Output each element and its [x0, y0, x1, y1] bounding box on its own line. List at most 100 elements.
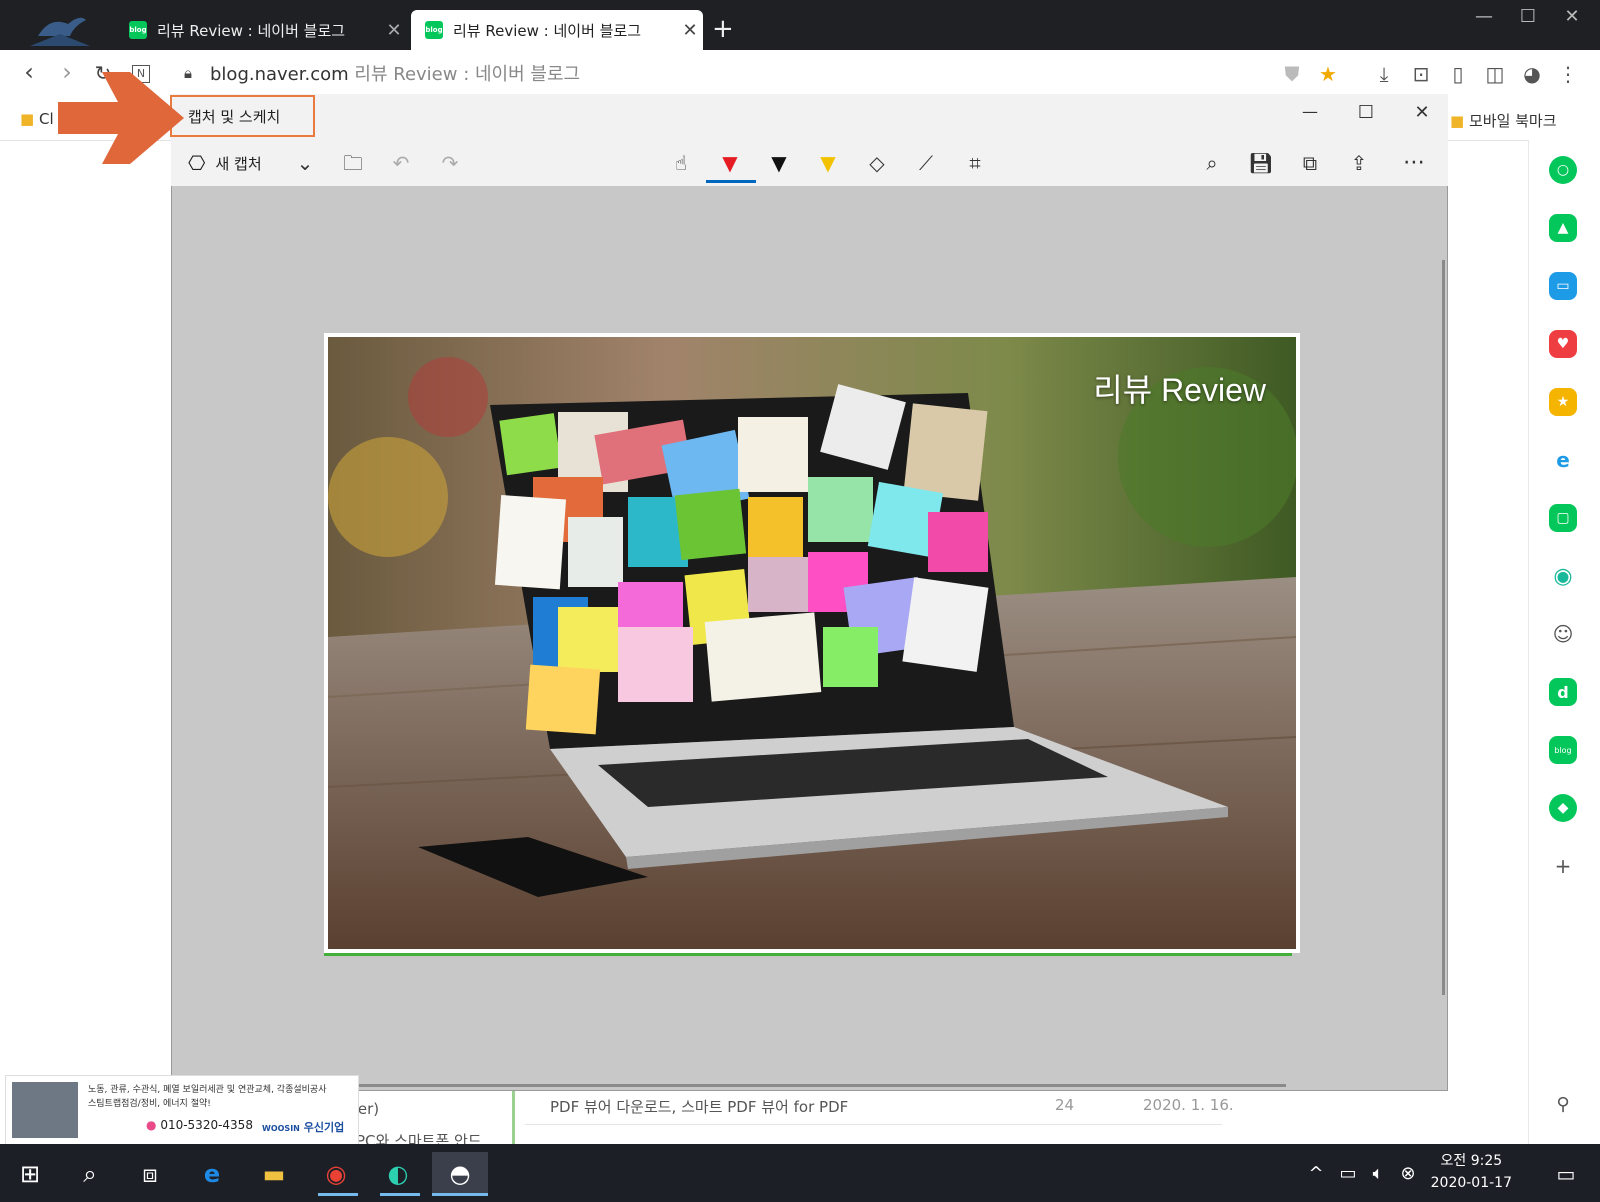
touch-writing-icon[interactable]: ☝	[661, 146, 701, 180]
bookmark-circle-icon[interactable]: ◆	[1549, 794, 1577, 822]
tab-inactive[interactable]: blog 리뷰 Review : 네이버 블로그 ✕	[115, 10, 407, 50]
post-row-date: 2020. 1. 16.	[1143, 1096, 1234, 1114]
whale-active-indicator	[380, 1193, 420, 1196]
snip-minimize-button[interactable]: —	[1290, 102, 1330, 121]
screenshot-icon[interactable]: ⊡	[1407, 62, 1435, 86]
menu-dots-icon[interactable]: ⋮	[1554, 62, 1582, 86]
new-tab-button[interactable]: +	[712, 14, 734, 44]
dictionary-d-icon[interactable]: d	[1549, 678, 1577, 706]
more-options-icon[interactable]: ⋯	[1394, 146, 1434, 180]
pin-icon[interactable]: ⚲	[1549, 1090, 1577, 1118]
browser-right-sidebar: ○ ▲ ▭ ♥ ★ e ▢ ◉ ☺ d blog ◆ + ⚲	[1528, 140, 1600, 1144]
clock-time: 오전 9:25	[1440, 1153, 1503, 1169]
tab-active[interactable]: blog 리뷰 Review : 네이버 블로그 ✕	[411, 10, 703, 50]
highlighter-icon[interactable]: ▼	[808, 146, 848, 180]
snip-close-button[interactable]: ✕	[1402, 102, 1442, 123]
tray-chevron-up-icon[interactable]: ^	[1304, 1152, 1328, 1196]
ballpoint-pen-icon[interactable]: ▼	[710, 146, 750, 180]
shield-icon[interactable]: ⛊	[1278, 62, 1306, 86]
address-bar[interactable]: blog.naver.com 리뷰 Review : 네이버 블로그	[210, 60, 580, 86]
alert-x-icon[interactable]: ⊗	[1394, 1152, 1422, 1196]
file-explorer-icon[interactable]: ▬	[246, 1152, 302, 1196]
add-plus-icon[interactable]: +	[1549, 852, 1577, 880]
edge-icon[interactable]: e	[184, 1152, 240, 1196]
url-page-title: 리뷰 Review : 네이버 블로그	[354, 64, 581, 85]
tab-close-icon[interactable]: ✕	[677, 20, 703, 41]
notification-center-icon[interactable]: ▭	[1538, 1152, 1594, 1196]
row-divider	[525, 1124, 1222, 1125]
phone-icon: ●	[146, 1118, 157, 1132]
crop-icon[interactable]: ⌗	[955, 146, 995, 180]
character-avatar-icon[interactable]: ☺	[1549, 620, 1577, 648]
naver-blog-icon[interactable]: blog	[1549, 736, 1577, 764]
ruler-icon[interactable]: ⟋	[906, 146, 946, 180]
pencil-icon[interactable]: ▼	[759, 146, 799, 180]
share-icon[interactable]: ⇪	[1339, 146, 1379, 180]
play-circle-icon[interactable]: ◉	[1549, 562, 1577, 590]
pocket-icon[interactable]: ♥	[1549, 330, 1577, 358]
bookmark-folder-left[interactable]: ■ Cl	[20, 110, 54, 128]
snip-title-bar	[171, 94, 1448, 140]
volume-icon[interactable]: 🔈︎	[1364, 1152, 1392, 1196]
save-icon[interactable]: 💾︎	[1241, 146, 1281, 180]
lock-icon: 🔒︎	[184, 64, 192, 82]
chevron-down-icon[interactable]: ⌄	[285, 146, 325, 180]
calendar-icon[interactable]: ▭	[1549, 272, 1577, 300]
chrome-active-indicator	[318, 1193, 358, 1196]
laptop-photo-illustration	[328, 337, 1296, 949]
new-capture-button[interactable]: ⎔ 새 캡처	[188, 148, 262, 178]
post-row-title[interactable]: PDF 뷰어 다운로드, 스마트 PDF 뷰어 for PDF	[550, 1096, 848, 1117]
naver-blog-favicon-icon: blog	[129, 21, 147, 39]
naver-whale-icon[interactable]: ◐	[370, 1152, 426, 1196]
tab-close-icon[interactable]: ✕	[381, 20, 407, 41]
ad-banner[interactable]: 노동, 관류, 수관식, 폐열 보일러세관 및 연관교체, 각종설비공사 스팀트…	[5, 1075, 359, 1145]
open-folder-icon[interactable]: 🗀︎	[333, 146, 373, 180]
tab-title: 리뷰 Review : 네이버 블로그	[453, 21, 642, 40]
ad-brand-en: WOOSIN	[262, 1124, 300, 1133]
ad-brand-ko: 우신기업	[303, 1121, 345, 1134]
annotation-arrow-icon	[58, 72, 184, 168]
browser-maximize-button[interactable]: ☐	[1508, 6, 1548, 27]
sidebar-toggle-icon[interactable]: ◫	[1481, 62, 1509, 86]
task-view-icon[interactable]: ⧈	[122, 1152, 178, 1196]
start-windows-icon[interactable]: ⊞	[2, 1152, 58, 1196]
selected-tool-indicator	[706, 180, 756, 183]
naver-square-icon[interactable]: ▢	[1549, 504, 1577, 532]
favorites-star-icon[interactable]: ★	[1549, 388, 1577, 416]
browser-minimize-button[interactable]: —	[1464, 6, 1504, 27]
eraser-icon[interactable]: ◇	[857, 146, 897, 180]
snip-active-indicator	[432, 1193, 488, 1196]
redo-icon[interactable]: ↷	[430, 146, 470, 180]
horizontal-scrollbar[interactable]	[356, 1084, 1286, 1087]
network-icon[interactable]: ▭	[1334, 1152, 1362, 1196]
notification-bell-icon[interactable]: ▲	[1549, 214, 1577, 242]
bookmark-star-icon[interactable]: ★	[1314, 62, 1342, 86]
profile-avatar-icon[interactable]: ◕	[1518, 62, 1546, 86]
bookmark-left-label: Cl	[38, 110, 54, 128]
bookmark-folder-mobile[interactable]: ■ 모바일 북마크	[1450, 110, 1557, 131]
browser-close-button[interactable]: ✕	[1552, 6, 1592, 27]
taskbar-clock[interactable]: 오전 9:25 2020-01-17	[1431, 1150, 1512, 1194]
copy-icon[interactable]: ⧉	[1290, 146, 1330, 180]
edge-e-icon[interactable]: e	[1549, 446, 1577, 474]
back-icon[interactable]: ‹	[14, 58, 44, 86]
ad-thumbnail	[12, 1082, 78, 1138]
reader-icon[interactable]: ▯	[1444, 62, 1472, 86]
wallpaper-bird-icon	[30, 6, 90, 46]
snip-sketch-taskbar-icon[interactable]: ◓	[432, 1152, 488, 1196]
chrome-icon[interactable]: ◉	[308, 1152, 364, 1196]
captured-image[interactable]: 리뷰 Review	[324, 333, 1300, 953]
download-icon[interactable]: ⤓	[1370, 62, 1398, 86]
clock-date: 2020-01-17	[1430, 1175, 1512, 1191]
undo-icon[interactable]: ↶	[381, 146, 421, 180]
bookmark-right-label: 모바일 북마크	[1468, 112, 1557, 130]
naver-green-circle-icon[interactable]: ○	[1549, 156, 1577, 184]
snip-maximize-button[interactable]: ☐	[1346, 102, 1386, 123]
search-icon[interactable]: ⌕	[62, 1152, 118, 1196]
zoom-icon[interactable]: ⌕	[1192, 146, 1232, 180]
browser-tab-bar: blog 리뷰 Review : 네이버 블로그 ✕ blog 리뷰 Revie…	[0, 0, 1600, 50]
folder-icon: ■	[20, 110, 35, 128]
post-row-count: 24	[1055, 1096, 1075, 1114]
ad-brand: WOOSIN 우신기업	[262, 1119, 344, 1135]
vertical-scrollbar[interactable]	[1442, 260, 1445, 995]
